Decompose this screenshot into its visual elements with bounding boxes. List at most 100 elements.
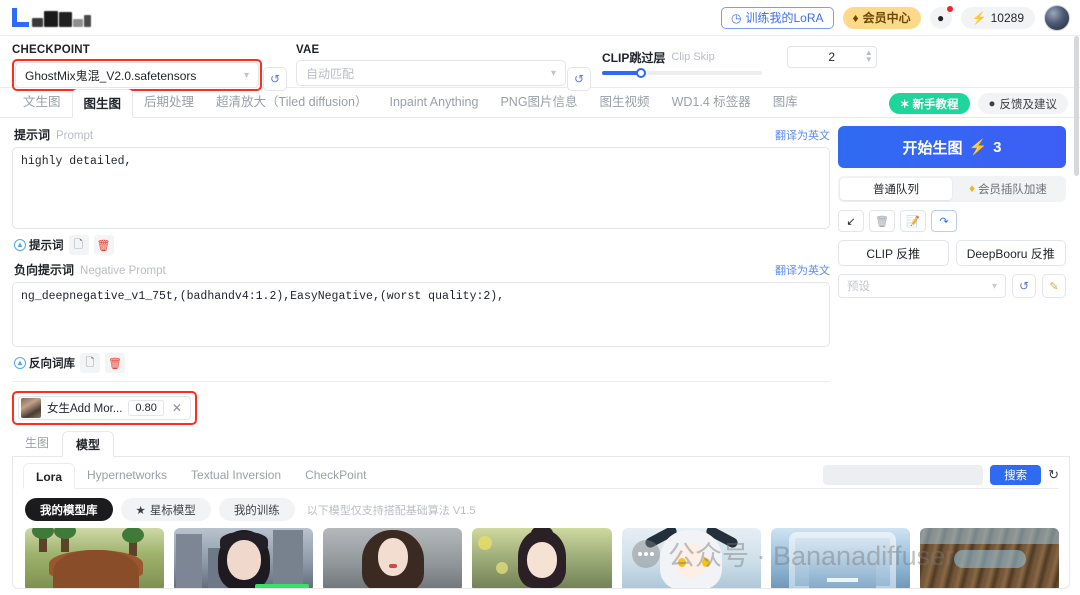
search-input[interactable] xyxy=(823,465,984,485)
chevron-down-icon: ▾ xyxy=(243,69,249,81)
pill-my-models[interactable]: 我的模型库 xyxy=(25,498,113,521)
styles-button[interactable]: 📝 xyxy=(900,210,926,232)
preset-row: 预设 ▾ ↺ ✎ xyxy=(838,274,1066,298)
apply-style-button[interactable]: ↷ xyxy=(931,210,957,232)
prompt-translate-link[interactable]: 翻译为英文 xyxy=(775,127,830,143)
model-card-portrait-gray[interactable] xyxy=(323,528,463,588)
negative-prompt-copy-button[interactable]: 🗋 xyxy=(80,353,100,373)
negative-prompt-library-button[interactable]: ▲ 反向词库 xyxy=(14,355,75,371)
pill-my-trainings-label: 我的训练 xyxy=(233,504,280,517)
model-card-cartoon-hat[interactable] xyxy=(25,528,165,588)
message-icon: ● xyxy=(937,10,945,25)
queue-vip-label: 会员插队加速 xyxy=(977,184,1047,196)
negative-prompt-label-en: Negative Prompt xyxy=(80,265,166,277)
tab-models[interactable]: 模型 xyxy=(62,431,115,457)
lora-tag[interactable]: 女生Add Mor... 0.80 ✕ xyxy=(18,396,191,420)
negative-prompt-input[interactable]: ng_deepnegative_v1_75t,(badhandv4:1.2),E… xyxy=(12,282,830,347)
lora-tag-highlight-box: 女生Add Mor... 0.80 ✕ xyxy=(12,391,197,425)
feedback-button[interactable]: ● 反馈及建议 xyxy=(977,93,1068,114)
checkpoint-value: GhostMix鬼混_V2.0.safetensors xyxy=(25,68,197,83)
page-scrollbar[interactable] xyxy=(1073,36,1080,595)
tab-textual-inversion[interactable]: Textual Inversion xyxy=(179,462,293,488)
checkpoint-label: CHECKPOINT xyxy=(12,44,91,56)
tab-checkpoint[interactable]: CheckPoint xyxy=(293,462,378,488)
tutorial-label: 新手教程 xyxy=(912,98,959,111)
queue-vip-option[interactable]: ♦ 会员插队加速 xyxy=(952,178,1064,200)
checkpoint-select[interactable]: GhostMix鬼混_V2.0.safetensors ▾ xyxy=(15,62,259,88)
lora-tag-area: 女生Add Mor... 0.80 ✕ xyxy=(12,382,830,425)
prompt-copy-button[interactable]: 🗋 xyxy=(68,235,89,255)
trash-icon: 🗑 xyxy=(108,357,122,370)
tab-text-to-image[interactable]: 文生图 xyxy=(12,87,72,117)
restore-params-button[interactable]: ↙ xyxy=(838,210,864,232)
tab-postprocess[interactable]: 后期处理 xyxy=(133,87,205,117)
tab-tiled-diffusion[interactable]: 超清放大（Tiled diffusion） xyxy=(205,87,378,117)
negative-prompt-translate-link[interactable]: 翻译为英文 xyxy=(775,262,830,278)
clear-params-button[interactable]: 🗑 xyxy=(869,210,895,232)
coin-balance-button[interactable]: ⚡ 10289 xyxy=(960,6,1035,29)
app-root: ◷ 训练我的LoRA ♦ 会员中心 ● ⚡ 10289 CHECKPOINT G… xyxy=(0,0,1080,595)
clip-skip-stepper[interactable]: ▲ ▼ xyxy=(865,49,873,64)
train-my-lora-button[interactable]: ◷ 训练我的LoRA xyxy=(721,6,834,29)
queue-normal-option[interactable]: 普通队列 xyxy=(840,178,952,200)
negative-prompt-label-row: 负向提示词 Negative Prompt 翻译为英文 xyxy=(12,255,830,282)
lora-thumbnail xyxy=(21,398,41,418)
pill-starred-models[interactable]: ★ 星标模型 xyxy=(120,498,211,521)
pill-my-trainings[interactable]: 我的训练 xyxy=(218,498,295,521)
model-search-area: 搜索 ↻ xyxy=(823,465,1059,488)
vip-center-button[interactable]: ♦ 会员中心 xyxy=(842,6,921,29)
app-logo[interactable] xyxy=(12,8,91,27)
preset-refresh-button[interactable]: ↺ xyxy=(1012,274,1036,298)
model-card-anime-white-hair[interactable] xyxy=(621,528,761,588)
avatar[interactable] xyxy=(1044,4,1070,31)
trash-icon: 🗑 xyxy=(96,239,111,252)
negative-prompt-library-label: 反向词库 xyxy=(29,358,75,370)
deepbooru-interrogate-button[interactable]: DeepBooru 反推 xyxy=(955,240,1066,266)
prompt-label-cn: 提示词 xyxy=(14,128,51,142)
top-bar-actions: ◷ 训练我的LoRA ♦ 会员中心 ● ⚡ 10289 xyxy=(721,4,1070,31)
vip-center-label: 会员中心 xyxy=(862,11,911,25)
message-button-wrapper: ● xyxy=(929,5,953,29)
refresh-icon[interactable]: ↻ xyxy=(1048,467,1059,483)
clip-skip-input[interactable]: 2 ▲ ▼ xyxy=(786,46,877,68)
generate-count: 3 xyxy=(993,138,1002,156)
logo-l-icon xyxy=(12,8,29,27)
vae-field: VAE 自动匹配 ▾ xyxy=(296,44,566,86)
tab-hypernetworks[interactable]: Hypernetworks xyxy=(75,462,179,488)
tutorial-button[interactable]: ✶ 新手教程 xyxy=(888,93,970,114)
generate-button[interactable]: 开始生图 ⚡ 3 xyxy=(838,126,1066,168)
tab-image-to-video[interactable]: 图生视频 xyxy=(589,87,661,117)
clip-interrogate-button[interactable]: CLIP 反推 xyxy=(838,240,949,266)
clip-skip-slider[interactable] xyxy=(602,68,762,78)
model-card-city-girl[interactable] xyxy=(174,528,314,588)
lora-weight-input[interactable]: 0.80 xyxy=(128,400,164,416)
lora-name: 女生Add Mor... xyxy=(47,403,123,415)
vae-select[interactable]: 自动匹配 ▾ xyxy=(296,60,566,86)
checkpoint-field: CHECKPOINT GhostMix鬼混_V2.0.safetensors ▾ xyxy=(12,44,262,92)
preset-placeholder: 预设 xyxy=(847,281,870,293)
tab-png-info[interactable]: PNG图片信息 xyxy=(489,87,588,117)
message-unread-dot xyxy=(946,5,953,12)
lora-remove-icon[interactable]: ✕ xyxy=(170,401,184,415)
model-card-flower-girl[interactable] xyxy=(472,528,612,588)
prompt-clear-button[interactable]: 🗑 xyxy=(93,235,114,255)
bottom-sub-tabs: 生图 模型 xyxy=(12,431,1070,457)
preset-select[interactable]: 预设 ▾ xyxy=(838,274,1006,298)
model-card-glasses-hair[interactable] xyxy=(919,528,1059,588)
refresh-icon: ↺ xyxy=(1018,279,1030,293)
tab-gallery[interactable]: 图库 xyxy=(762,87,809,117)
tab-inpaint-anything[interactable]: Inpaint Anything xyxy=(378,87,489,117)
prompt-input[interactable]: highly detailed, xyxy=(12,147,830,229)
tab-lora[interactable]: Lora xyxy=(23,463,76,489)
lightning-icon: ⚡ xyxy=(968,139,988,156)
preset-edit-button[interactable]: ✎ xyxy=(1042,274,1066,298)
page-scrollbar-thumb[interactable] xyxy=(1074,36,1079,176)
search-button[interactable]: 搜索 xyxy=(990,465,1042,485)
tab-image-to-image[interactable]: 图生图 xyxy=(71,89,134,118)
tab-wd14-tagger[interactable]: WD1.4 标签器 xyxy=(661,87,762,117)
prompt-library-button[interactable]: ▲ 提示词 xyxy=(14,237,64,253)
clip-skip-slider-knob[interactable] xyxy=(636,68,646,78)
tab-generated-images[interactable]: 生图 xyxy=(12,430,62,456)
model-card-blue-corridor[interactable] xyxy=(770,528,910,588)
negative-prompt-clear-button[interactable]: 🗑 xyxy=(105,353,125,373)
